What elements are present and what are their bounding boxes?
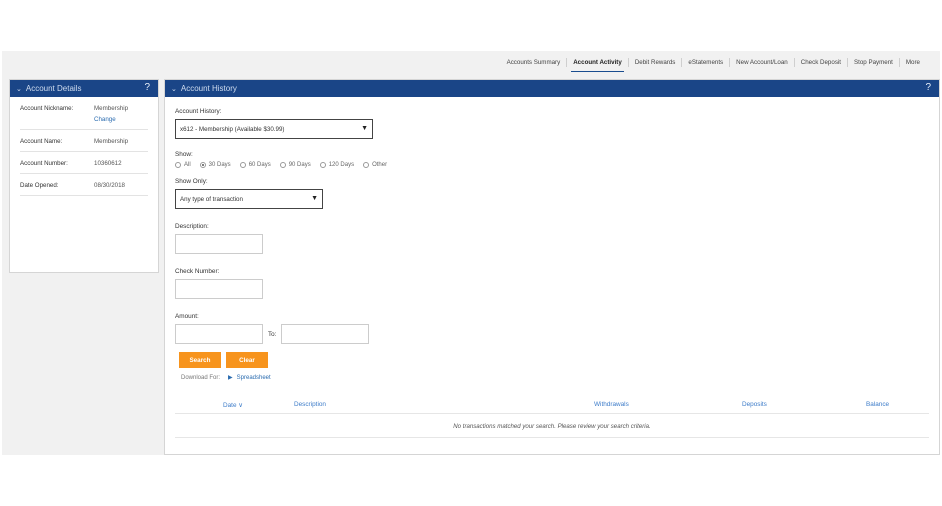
detail-label: Date Opened: — [20, 182, 59, 189]
help-icon[interactable]: ? — [925, 82, 931, 93]
detail-value: Membership — [94, 138, 129, 145]
radio-button[interactable] — [279, 162, 286, 168]
chevron-down-icon: ⌄ — [16, 85, 22, 93]
show-only-label: Show Only: — [175, 178, 208, 185]
detail-value: 10360612 — [94, 160, 122, 167]
transactions-table-header: Date ∨ Description Withdrawals Deposits … — [175, 396, 929, 414]
page-canvas: Accounts Summary Account Activity Debit … — [2, 51, 940, 455]
change-nickname-link[interactable]: Change — [94, 116, 128, 123]
select-arrow-icon: ▼ — [361, 125, 368, 132]
account-history-panel: ⌄ Account History ? Account History: x61… — [164, 79, 940, 455]
empty-results-message: No transactions matched your search. Ple… — [175, 416, 929, 438]
radio-label: 120 Days — [328, 162, 355, 168]
to-label: To: — [268, 330, 277, 338]
radio-label: 60 Days — [248, 162, 271, 168]
detail-label: Account Name: — [20, 138, 63, 145]
history-filter-form: Account History: x612 - Membership (Avai… — [165, 97, 939, 392]
detail-value: 08/30/2018 — [94, 182, 125, 189]
column-description[interactable]: Description — [294, 401, 326, 408]
download-row: Download For: ▶ Spreadsheet — [175, 374, 929, 382]
account-details-panel: ⌄ Account Details ? Account Nickname: Me… — [9, 79, 159, 273]
amount-range: To: — [175, 324, 929, 344]
check-number-label: Check Number: — [175, 268, 220, 275]
column-balance[interactable]: Balance — [866, 401, 889, 408]
radio-button[interactable] — [319, 162, 326, 168]
search-button[interactable]: Search — [179, 352, 221, 368]
select-arrow-icon: ▼ — [311, 195, 318, 202]
account-details-title: Account Details — [25, 84, 82, 93]
nav-estatements[interactable]: eStatements — [681, 57, 729, 67]
clear-button[interactable]: Clear — [226, 352, 268, 368]
radio-label: 90 Days — [288, 162, 311, 168]
amount-to-input[interactable] — [281, 324, 370, 344]
column-deposits[interactable]: Deposits — [742, 401, 767, 408]
transaction-type-select[interactable]: Any type of transaction ▼ — [175, 189, 323, 209]
check-number-input[interactable] — [175, 279, 263, 299]
download-label: Download For: — [181, 374, 221, 381]
column-withdrawals[interactable]: Withdrawals — [594, 401, 629, 408]
detail-row-number: Account Number: 10360612 — [20, 152, 148, 174]
nav-new-account-loan[interactable]: New Account/Loan — [729, 57, 794, 67]
account-select-value: x612 - Membership (Available $30.99) — [180, 125, 285, 133]
form-actions: Search Clear — [175, 352, 929, 368]
description-label: Description: — [175, 223, 209, 230]
account-select[interactable]: x612 - Membership (Available $30.99) ▼ — [175, 119, 373, 139]
spreadsheet-link[interactable]: Spreadsheet — [237, 375, 271, 381]
account-history-header[interactable]: ⌄ Account History ? — [165, 80, 939, 97]
detail-label: Account Nickname: — [20, 105, 74, 112]
top-nav: Accounts Summary Account Activity Debit … — [2, 51, 940, 73]
detail-row-name: Account Name: Membership — [20, 130, 148, 152]
detail-value: Membership Change — [94, 105, 128, 123]
radio-button[interactable] — [175, 162, 181, 168]
amount-label: Amount: — [175, 313, 199, 320]
show-period-radios: All 30 Days 60 Days 90 Days 120 Days Oth… — [175, 162, 929, 168]
nav-check-deposit[interactable]: Check Deposit — [793, 57, 847, 67]
nav-account-activity[interactable]: Account Activity — [566, 57, 628, 72]
nav-stop-payment[interactable]: Stop Payment — [847, 57, 899, 67]
show-label: Show: — [175, 151, 193, 158]
radio-button[interactable] — [363, 162, 370, 168]
radio-120-days[interactable]: 120 Days — [319, 162, 355, 168]
account-select-label: Account History: — [175, 108, 222, 115]
amount-from-input[interactable] — [175, 324, 263, 344]
radio-label: 30 Days — [208, 162, 231, 168]
radio-90-days[interactable]: 90 Days — [279, 162, 311, 168]
radio-label: Other — [372, 162, 388, 168]
radio-other[interactable]: Other — [363, 162, 387, 168]
radio-60-days[interactable]: 60 Days — [239, 162, 271, 168]
radio-all[interactable]: All — [175, 162, 191, 168]
nav-debit-rewards[interactable]: Debit Rewards — [627, 57, 682, 67]
transaction-type-value: Any type of transaction — [180, 195, 243, 203]
radio-button[interactable] — [239, 162, 246, 168]
account-details-header[interactable]: ⌄ Account Details ? — [10, 80, 158, 97]
detail-label: Account Number: — [20, 160, 68, 167]
description-input[interactable] — [175, 234, 263, 254]
chevron-down-icon: ⌄ — [171, 85, 177, 93]
radio-30-days[interactable]: 30 Days — [199, 162, 231, 168]
detail-row-nickname: Account Nickname: Membership Change — [20, 97, 148, 130]
account-history-title: Account History — [180, 84, 237, 93]
radio-button[interactable] — [199, 162, 206, 168]
nav-accounts-summary[interactable]: Accounts Summary — [501, 58, 567, 67]
detail-row-opened: Date Opened: 08/30/2018 — [20, 174, 148, 196]
play-arrow-icon: ▶ — [228, 375, 233, 381]
nickname-value: Membership — [94, 105, 129, 112]
nav-more[interactable]: More — [898, 57, 926, 67]
help-icon[interactable]: ? — [144, 82, 150, 93]
column-date[interactable]: Date ∨ — [223, 401, 243, 409]
radio-label: All — [184, 162, 191, 168]
